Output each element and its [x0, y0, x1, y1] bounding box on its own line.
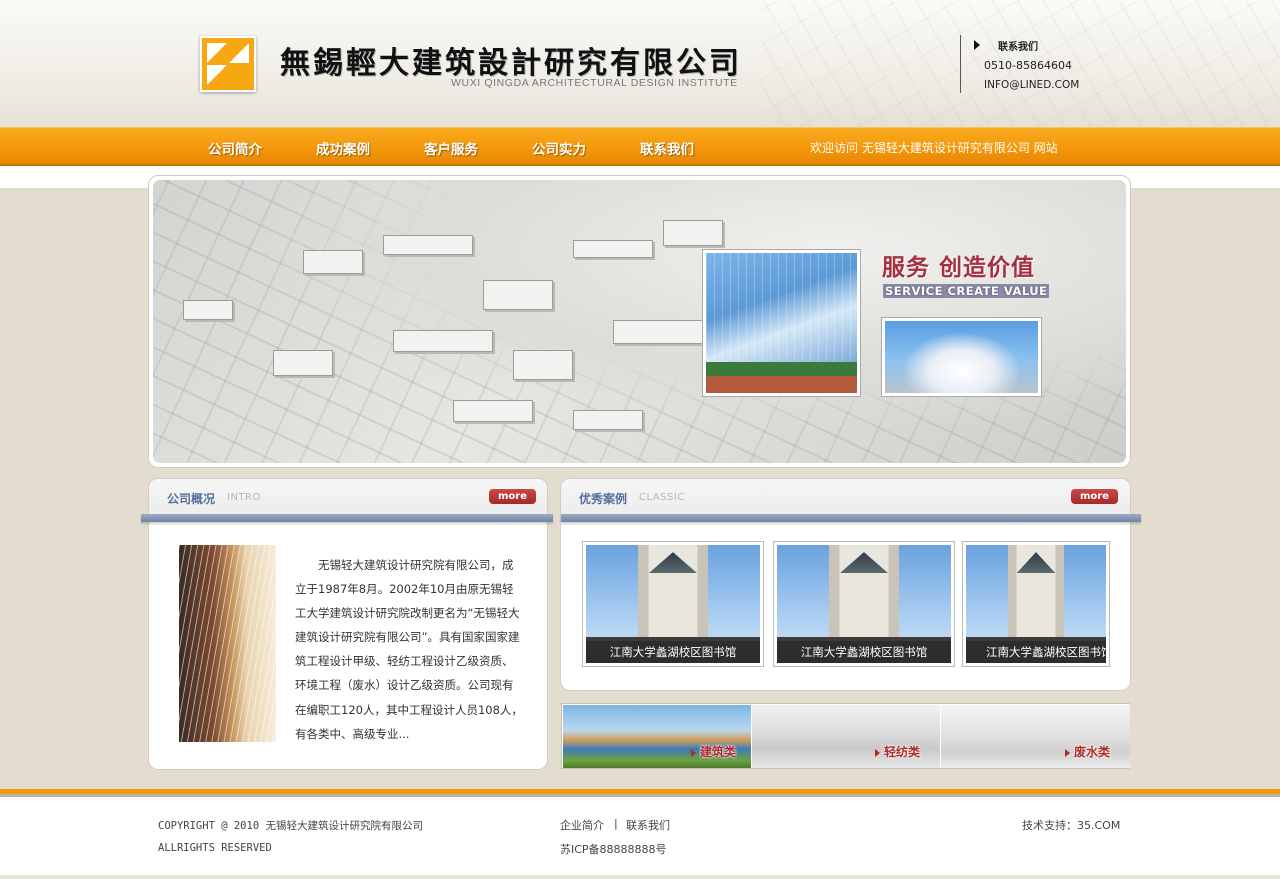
intro-more-button[interactable]: more — [489, 489, 536, 504]
category-label: 建筑类 — [700, 745, 737, 759]
category-label: 废水类 — [1074, 745, 1111, 759]
classic-panel: 优秀案例 CLASSIC more 江南大学蠡湖校区图书馆 江南大学蠡湖校区图书… — [560, 478, 1141, 691]
footer-support[interactable]: 技术支持：35.COM — [1022, 817, 1120, 833]
company-name: 無錫輕大建筑設計研究有限公司 — [280, 46, 742, 81]
classic-more-button[interactable]: more — [1071, 489, 1118, 504]
contact-title: 联系我们 — [998, 42, 1038, 53]
footer-bottom-strip — [0, 875, 1280, 879]
category-architecture[interactable]: 建筑类 — [563, 705, 751, 768]
company-name-en: WUXI QINGDA ARCHITECTURAL DESIGN INSTITU… — [451, 77, 738, 89]
arrow-right-icon — [1065, 749, 1070, 757]
classic-panel-header: 优秀案例 CLASSIC more — [561, 479, 1130, 515]
arrow-right-icon — [691, 749, 696, 757]
footer-separator: | — [614, 817, 618, 830]
nav-item-service[interactable]: 客户服务 — [424, 138, 478, 158]
intro-subtitle: INTRO — [227, 492, 261, 503]
case-label: 江南大学蠡湖校区图书馆 — [777, 641, 951, 663]
nav-item-cases[interactable]: 成功案例 — [316, 138, 370, 158]
case-card[interactable]: 江南大学蠡湖校区图书馆 — [962, 541, 1110, 667]
company-logo-icon[interactable] — [200, 36, 256, 92]
classic-subtitle: CLASSIC — [639, 492, 685, 503]
classic-title: 优秀案例 — [579, 492, 628, 506]
category-wastewater[interactable]: 废水类 — [941, 705, 1130, 768]
category-textile[interactable]: 轻纺类 — [752, 705, 940, 768]
intro-panel: 公司概况 INTRO more 无锡轻大建筑设计研究院有限公司，成立于1987年… — [141, 478, 553, 770]
footer-copyright: COPYRIGHT @ 2010 无锡轻大建筑设计研究院有限公司 — [158, 820, 423, 832]
nav-item-contact[interactable]: 联系我们 — [640, 138, 694, 158]
banner-slogan: 服务 创造价值 — [882, 255, 1036, 281]
case-card[interactable]: 江南大学蠡湖校区图书馆 — [773, 541, 955, 667]
footer-icp[interactable]: 苏ICP备88888888号 — [560, 841, 667, 857]
case-card[interactable]: 江南大学蠡湖校区图书馆 — [582, 541, 764, 667]
intro-text: 无锡轻大建筑设计研究院有限公司，成立于1987年8月。2002年10月由原无锡轻… — [295, 558, 523, 741]
footer-link-about[interactable]: 企业简介 — [560, 817, 604, 833]
intro-photo — [179, 545, 276, 742]
category-label: 轻纺类 — [884, 745, 921, 759]
nav-item-about[interactable]: 公司简介 — [208, 138, 262, 158]
nav-welcome-text: 欢迎访问 无锡轻大建筑设计研究有限公司 网站 — [810, 141, 1058, 155]
main-nav: 公司简介 成功案例 客户服务 公司实力 联系我们 欢迎访问 无锡轻大建筑设计研究… — [0, 127, 1280, 166]
contact-phone: 0510-85864604 — [984, 59, 1072, 72]
footer-link-contact[interactable]: 联系我们 — [626, 817, 670, 833]
banner-slogan-en: SERVICE CREATE VALUE — [883, 284, 1050, 298]
category-strip: 建筑类 轻纺类 废水类 — [561, 703, 1130, 769]
site-header: 無錫輕大建筑設計研究有限公司 WUXI QINGDA ARCHITECTURAL… — [0, 0, 1280, 127]
featured-building-image-2[interactable] — [882, 318, 1041, 396]
intro-divider-bar — [141, 514, 553, 522]
classic-divider-bar — [561, 514, 1141, 522]
featured-building-image[interactable] — [703, 250, 860, 396]
footer-rights: ALLRIGHTS RESERVED — [158, 842, 272, 854]
intro-title: 公司概况 — [167, 492, 216, 506]
play-arrow-icon — [974, 40, 980, 50]
site-footer: COPYRIGHT @ 2010 无锡轻大建筑设计研究院有限公司 ALLRIGH… — [0, 797, 1280, 879]
contact-divider — [960, 35, 961, 93]
contact-email[interactable]: INFO@LINED.COM — [984, 79, 1079, 91]
intro-panel-header: 公司概况 INTRO more — [149, 479, 547, 515]
case-label: 江南大学蠡湖校区图书馆 — [586, 641, 760, 663]
nav-item-strength[interactable]: 公司实力 — [532, 138, 586, 158]
case-label: 江南大学蠡湖校区图书馆 — [966, 641, 1109, 663]
arrow-right-icon — [875, 749, 880, 757]
